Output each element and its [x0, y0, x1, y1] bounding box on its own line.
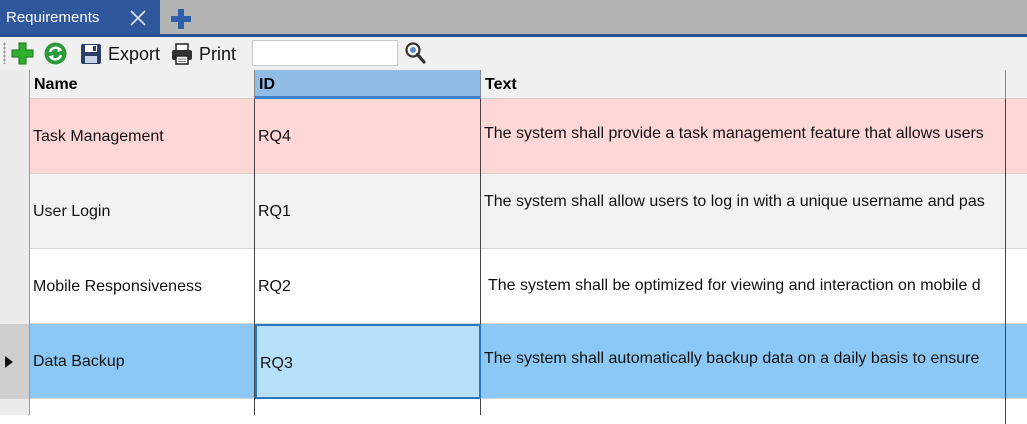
cell-text[interactable]: The system shall automatically backup da… — [481, 324, 1006, 399]
table-row[interactable]: User Login RQ1 The system shall allow us… — [30, 174, 1027, 249]
cell-name[interactable]: User Login — [30, 174, 255, 249]
table-row-selected[interactable]: Data Backup RQ3 The system shall automat… — [30, 324, 1027, 399]
print-button[interactable]: Print — [170, 41, 236, 66]
plus-icon[interactable] — [168, 6, 194, 32]
close-icon[interactable] — [128, 8, 148, 28]
table-row-new[interactable] — [30, 399, 1027, 424]
column-header-name[interactable]: Name — [30, 70, 255, 99]
cell-id[interactable]: RQ1 — [255, 174, 481, 249]
cell-id[interactable]: RQ2 — [255, 249, 481, 324]
current-row-indicator-icon — [5, 356, 13, 368]
cell-text[interactable]: The system shall be optimized for viewin… — [481, 249, 1006, 324]
cell-text[interactable]: The system shall provide a task manageme… — [481, 99, 1006, 174]
cell-name[interactable] — [30, 399, 255, 415]
grid-header: Name ID Text — [30, 70, 1027, 99]
cell-id[interactable] — [255, 399, 481, 415]
search-icon[interactable] — [403, 41, 427, 65]
printer-icon — [170, 42, 194, 66]
tab-label: Requirements — [6, 9, 100, 26]
toolbar-grip[interactable] — [3, 42, 6, 64]
toolbar: Export Print — [0, 37, 1027, 71]
cell-text[interactable]: The system shall allow users to log in w… — [481, 174, 1006, 249]
table-row[interactable]: Mobile Responsiveness RQ2 The system sha… — [30, 249, 1027, 324]
search-input[interactable] — [252, 40, 398, 66]
refresh-button[interactable] — [43, 41, 68, 66]
tab-requirements[interactable]: Requirements — [0, 0, 160, 36]
column-header-id[interactable]: ID — [255, 70, 481, 99]
tab-strip: Requirements — [0, 0, 1027, 37]
cell-name[interactable]: Mobile Responsiveness — [30, 249, 255, 324]
requirements-grid: Name ID Text Task Management RQ4 The sys… — [0, 70, 1027, 424]
print-label: Print — [199, 43, 237, 64]
cell-name[interactable]: Task Management — [30, 99, 255, 174]
add-icon — [10, 41, 35, 66]
column-header-text[interactable]: Text — [481, 70, 1006, 99]
cell-text[interactable] — [481, 399, 1006, 424]
export-button[interactable]: Export — [79, 41, 160, 66]
save-icon — [79, 42, 103, 66]
cell-id-focused[interactable]: RQ3 — [255, 324, 481, 399]
table-row[interactable]: Task Management RQ4 The system shall pro… — [30, 99, 1027, 174]
refresh-icon — [43, 41, 68, 66]
add-button[interactable] — [10, 41, 35, 66]
cell-id[interactable]: RQ4 — [255, 99, 481, 174]
cell-name[interactable]: Data Backup — [30, 324, 255, 399]
export-label: Export — [108, 43, 161, 64]
